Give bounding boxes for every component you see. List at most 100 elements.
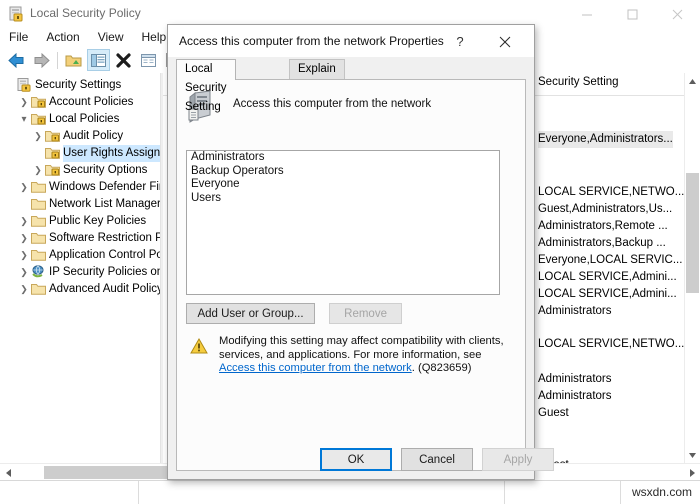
chevron-right-icon[interactable]: ❯ — [18, 264, 30, 281]
member-list-item[interactable]: Everyone — [187, 178, 499, 192]
tree-item-ip-security-policies-on-local[interactable]: ❯ IP Security Policies on Local — [0, 264, 160, 281]
security-setting-value: Guest,Administrators,Us... — [538, 203, 673, 215]
tree-item-label: Network List Manager Policies — [49, 198, 160, 210]
remove-button: Remove — [329, 303, 403, 324]
chevron-right-icon[interactable]: ❯ — [18, 281, 30, 298]
policy-folder-icon — [31, 95, 47, 112]
warning-triangle-icon — [190, 337, 208, 354]
scroll-left-arrow[interactable] — [0, 464, 16, 481]
back-button[interactable] — [5, 49, 28, 71]
tree-item-public-key-policies[interactable]: ❯ Public Key Policies — [0, 213, 160, 230]
warning-kb-number: (Q823659) — [417, 362, 472, 374]
tree-item-software-restriction-policies[interactable]: ❯ Software Restriction Policies — [0, 230, 160, 247]
tree-item-security-settings[interactable]: Security Settings — [0, 77, 160, 94]
member-buttons: Add User or Group... Remove — [186, 303, 403, 324]
twisty-empty — [32, 145, 44, 162]
chevron-right-icon[interactable]: ❯ — [18, 230, 30, 247]
security-setting-value: Administrators — [538, 305, 612, 317]
ok-button[interactable]: OK — [320, 448, 392, 471]
close-icon[interactable] — [655, 0, 700, 28]
forward-button — [30, 49, 53, 71]
chevron-right-icon[interactable]: ❯ — [18, 179, 30, 196]
list-vertical-scrollbar[interactable] — [684, 73, 700, 463]
menu-action[interactable]: Action — [37, 28, 88, 47]
tree-item-label: Software Restriction Policies — [49, 232, 160, 244]
security-setting-value: Administrators,Backup ... — [538, 237, 666, 249]
twisty-empty — [4, 77, 16, 94]
scroll-down-arrow[interactable] — [685, 447, 700, 463]
up-one-level-button[interactable] — [62, 49, 85, 71]
plain-folder-icon — [31, 282, 47, 299]
policy-folder-icon — [31, 112, 47, 129]
tree-item-label: Security Settings — [35, 79, 122, 91]
warning-line-3-prefix: For more information, see — [353, 348, 482, 361]
status-divider-3 — [620, 481, 621, 504]
tree-item-label: Audit Policy — [63, 130, 124, 142]
security-policy-icon — [9, 6, 24, 22]
menu-view[interactable]: View — [89, 28, 133, 47]
dialog-body: Local Security Setting Explain Access th… — [168, 57, 554, 479]
tab-explain[interactable]: Explain — [289, 59, 345, 79]
scroll-thumb[interactable] — [686, 173, 699, 293]
minimize-icon[interactable] — [565, 0, 610, 28]
apply-button: Apply — [482, 448, 554, 471]
tree-item-user-rights-assignment[interactable]: User Rights Assignment — [0, 145, 160, 162]
toolbar-separator — [57, 51, 58, 69]
member-list-item[interactable]: Users — [187, 192, 499, 206]
scroll-right-arrow[interactable] — [684, 464, 700, 481]
chevron-right-icon[interactable]: ❯ — [18, 94, 30, 111]
tree-item-application-control-policies[interactable]: ❯ Application Control Policies — [0, 247, 160, 264]
policy-name: Access this computer from the network — [233, 98, 432, 110]
security-settings-icon — [17, 78, 33, 95]
tree-item-account-policies[interactable]: ❯ Account Policies — [0, 94, 160, 111]
tree-item-security-options[interactable]: ❯ Security Options — [0, 162, 160, 179]
tree-item-label: Public Key Policies — [49, 215, 147, 227]
properties-button[interactable] — [137, 49, 160, 71]
chevron-right-icon[interactable]: ❯ — [32, 162, 44, 179]
tree-item-label: Advanced Audit Policy Configuration — [49, 283, 160, 295]
tree-item-label: User Rights Assignment — [63, 145, 160, 162]
chevron-down-icon[interactable]: ▾ — [18, 111, 30, 128]
security-setting-value: Everyone,LOCAL SERVIC... — [538, 254, 683, 266]
scroll-up-arrow[interactable] — [685, 73, 700, 89]
site-watermark: wsxdn.com — [631, 485, 692, 499]
console-tree[interactable]: Security Settings ❯ Account Policies ▾ Local… — [0, 73, 160, 463]
security-setting-value: Everyone,Administrators... — [538, 131, 673, 148]
chevron-right-icon[interactable]: ❯ — [18, 213, 30, 230]
chevron-right-icon[interactable]: ❯ — [32, 128, 44, 145]
menu-file[interactable]: File — [0, 28, 37, 47]
members-listbox[interactable]: Administrators Backup Operators Everyone Us… — [186, 150, 500, 295]
tree-item-audit-policy[interactable]: ❯ Audit Policy — [0, 128, 160, 145]
security-setting-value: LOCAL SERVICE,Admini... — [538, 288, 677, 300]
more-information-link[interactable]: Access this computer from the network — [219, 362, 412, 374]
member-list-item[interactable]: Backup Operators — [187, 165, 499, 179]
tree-item-network-list-manager-policies[interactable]: Network List Manager Policies — [0, 196, 160, 213]
chevron-right-icon[interactable]: ❯ — [18, 247, 30, 264]
add-user-or-group-button[interactable]: Add User or Group... — [186, 303, 315, 324]
tree-item-windows-defender-firewall[interactable]: ❯ Windows Defender Firewall — [0, 179, 160, 196]
cancel-button[interactable]: Cancel — [401, 448, 473, 471]
policy-folder-icon — [45, 146, 61, 163]
maximize-icon[interactable] — [610, 0, 655, 28]
tree-item-label: Local Policies — [49, 113, 120, 125]
delete-button[interactable] — [112, 49, 135, 71]
security-setting-value: LOCAL SERVICE,NETWO... — [538, 186, 685, 198]
help-icon[interactable]: ? — [443, 29, 477, 54]
plain-folder-icon — [31, 180, 47, 197]
member-list-item[interactable]: Administrators — [187, 151, 499, 165]
dialog-close-icon[interactable] — [486, 29, 524, 54]
tree-item-local-policies[interactable]: ▾ Local Policies — [0, 111, 160, 128]
console-tree-button[interactable] — [87, 49, 110, 71]
status-divider-1 — [138, 481, 139, 504]
plain-folder-icon — [31, 214, 47, 231]
column-header-security-setting[interactable]: Security Setting — [538, 76, 619, 88]
window-title: Local Security Policy — [30, 6, 141, 20]
tab-local-security-setting[interactable]: Local Security Setting — [176, 59, 236, 113]
plain-folder-icon — [31, 231, 47, 248]
policy-folder-icon — [45, 163, 61, 180]
tree-item-label: Application Control Policies — [49, 249, 160, 261]
warning-line-3-suffix: . — [411, 362, 415, 374]
tree-item-advanced-audit-policy-configuration[interactable]: ❯ Advanced Audit Policy Configuration — [0, 281, 160, 298]
twisty-empty — [18, 196, 30, 213]
tree-item-label: IP Security Policies on Local — [49, 266, 160, 278]
